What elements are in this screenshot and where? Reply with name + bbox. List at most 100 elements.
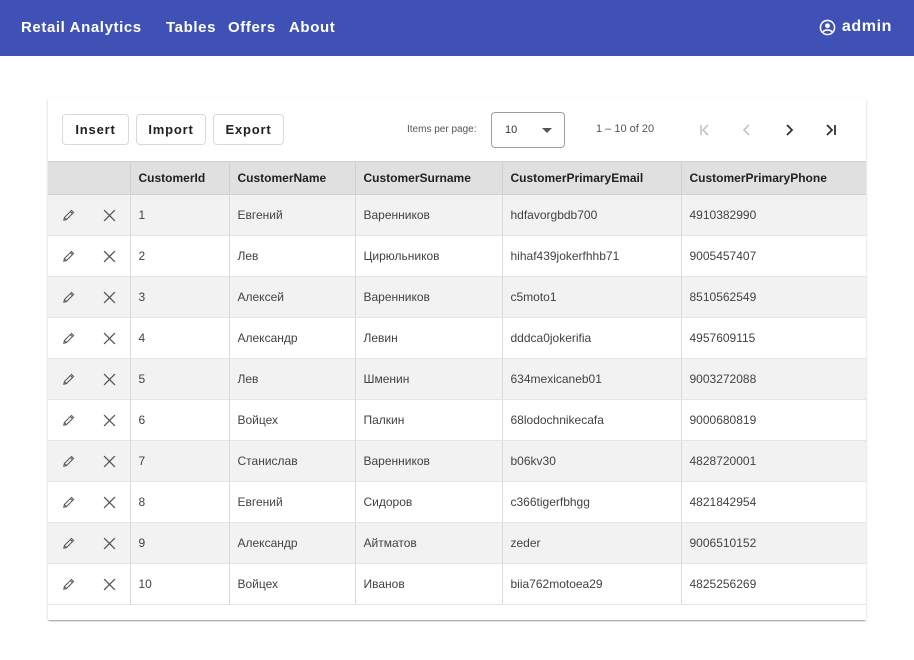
- cell-customer-id: 1: [130, 194, 230, 236]
- cell-customer-surname: Цирюльников: [355, 235, 503, 277]
- edit-pencil-icon: [63, 578, 75, 590]
- cell-customer-email: zeder: [502, 522, 682, 564]
- cell-customer-surname: Варенников: [355, 276, 503, 318]
- delete-x-icon: [103, 414, 116, 427]
- edit-row-button[interactable]: [48, 276, 89, 318]
- cell-customer-name: Евгений: [229, 194, 356, 236]
- delete-x-icon: [103, 496, 116, 509]
- edit-row-button[interactable]: [48, 317, 89, 359]
- delete-row-button[interactable]: [89, 317, 131, 359]
- cell-customer-surname: Иванов: [355, 563, 503, 605]
- items-per-page-label: Items per page:: [407, 124, 477, 135]
- nav-about-link[interactable]: About: [289, 19, 335, 36]
- table-row[interactable]: 4 Александр Левин dddca0jokerifia 4957609115: [48, 317, 866, 359]
- edit-pencil-icon: [63, 373, 75, 385]
- next-page-button[interactable]: [777, 118, 801, 142]
- header-edit-column: [48, 161, 89, 195]
- edit-row-button[interactable]: [48, 358, 89, 400]
- user-name: admin: [841, 18, 892, 35]
- edit-row-button[interactable]: [48, 440, 89, 482]
- cell-customer-email: biia762motoea29: [502, 563, 682, 605]
- first-page-button[interactable]: [693, 118, 717, 142]
- cell-customer-phone: 8510562549: [681, 276, 866, 318]
- nav-offers-link[interactable]: Offers: [228, 19, 276, 36]
- table-row[interactable]: 3 Алексей Варенников c5moto1 8510562549: [48, 276, 866, 318]
- delete-row-button[interactable]: [89, 235, 131, 277]
- delete-row-button[interactable]: [89, 563, 131, 605]
- table-row[interactable]: 5 Лев Шменин 634mexicaneb01 9003272088: [48, 358, 866, 400]
- import-button[interactable]: Import: [136, 114, 206, 145]
- export-button[interactable]: Export: [213, 114, 284, 145]
- cell-customer-email: 68lodochnikecafa: [502, 399, 682, 441]
- column-header-customer-name[interactable]: CustomerName: [229, 161, 356, 195]
- delete-row-button[interactable]: [89, 440, 131, 482]
- nav-tables-link[interactable]: Tables: [166, 19, 216, 36]
- cell-customer-name: Станислав: [229, 440, 356, 482]
- table-row[interactable]: 8 Евгений Сидоров c366tigerfbhgg 4821842954: [48, 481, 866, 523]
- edit-row-button[interactable]: [48, 235, 89, 277]
- cell-customer-phone: 4825256269: [681, 563, 866, 605]
- table-row[interactable]: 7 Станислав Варенников b06kv30 4828720001: [48, 440, 866, 482]
- last-page-icon: [826, 124, 836, 136]
- delete-row-button[interactable]: [89, 481, 131, 523]
- cell-customer-surname: Левин: [355, 317, 503, 359]
- cell-customer-id: 4: [130, 317, 230, 359]
- delete-row-button[interactable]: [89, 276, 131, 318]
- cell-customer-surname: Варенников: [355, 194, 503, 236]
- cell-customer-surname: Палкин: [355, 399, 503, 441]
- first-page-icon: [700, 124, 709, 136]
- edit-row-button[interactable]: [48, 399, 89, 441]
- cell-customer-phone: 4828720001: [681, 440, 866, 482]
- cell-customer-id: 2: [130, 235, 230, 277]
- cell-customer-name: Лев: [229, 358, 356, 400]
- edit-row-button[interactable]: [48, 563, 89, 605]
- table-row[interactable]: 9 Александр Айтматов zeder 9006510152: [48, 522, 866, 564]
- cell-customer-name: Войцех: [229, 399, 356, 441]
- cell-customer-name: Александр: [229, 317, 356, 359]
- edit-pencil-icon: [63, 455, 75, 467]
- insert-button[interactable]: Insert: [62, 114, 129, 145]
- table-row[interactable]: 10 Войцех Иванов biia762motoea29 4825256269: [48, 563, 866, 605]
- edit-pencil-icon: [63, 332, 75, 344]
- table-row[interactable]: 2 Лев Цирюльников hihaf439jokerfhhb71 900545…: [48, 235, 866, 277]
- edit-row-button[interactable]: [48, 481, 89, 523]
- cell-customer-name: Лев: [229, 235, 356, 277]
- dropdown-arrow-icon: [542, 128, 552, 133]
- cell-customer-phone: 4957609115: [681, 317, 866, 359]
- items-per-page-value: 10: [505, 124, 518, 136]
- account-circle-icon: [819, 19, 836, 35]
- cell-customer-id: 5: [130, 358, 230, 400]
- customers-table: CustomerId CustomerName CustomerSurname …: [48, 161, 866, 605]
- edit-row-button[interactable]: [48, 522, 89, 564]
- column-header-customer-phone[interactable]: CustomerPrimaryPhone: [681, 161, 866, 195]
- column-header-customer-surname[interactable]: CustomerSurname: [355, 161, 503, 195]
- edit-pencil-icon: [63, 537, 75, 549]
- column-header-customer-email[interactable]: CustomerPrimaryEmail: [502, 161, 682, 195]
- cell-customer-email: 634mexicaneb01: [502, 358, 682, 400]
- app-brand[interactable]: Retail Analytics: [21, 19, 142, 36]
- delete-row-button[interactable]: [89, 194, 131, 236]
- items-per-page-select[interactable]: 10: [491, 112, 565, 148]
- delete-x-icon: [103, 209, 116, 222]
- next-page-icon: [786, 124, 794, 136]
- edit-row-button[interactable]: [48, 194, 89, 236]
- last-page-button[interactable]: [819, 118, 843, 142]
- table-header-row: CustomerId CustomerName CustomerSurname …: [48, 161, 866, 195]
- table-row[interactable]: 1 Евгений Варенников hdfavorgbdb700 49103829…: [48, 194, 866, 236]
- table-row[interactable]: 6 Войцех Палкин 68lodochnikecafa 9000680819: [48, 399, 866, 441]
- cell-customer-email: c5moto1: [502, 276, 682, 318]
- cell-customer-name: Евгений: [229, 481, 356, 523]
- delete-row-button[interactable]: [89, 358, 131, 400]
- edit-pencil-icon: [63, 414, 75, 426]
- delete-row-button[interactable]: [89, 522, 131, 564]
- delete-row-button[interactable]: [89, 399, 131, 441]
- delete-x-icon: [103, 537, 116, 550]
- user-menu-button[interactable]: admin: [819, 18, 892, 36]
- cell-customer-id: 7: [130, 440, 230, 482]
- cell-customer-id: 6: [130, 399, 230, 441]
- cell-customer-name: Александр: [229, 522, 356, 564]
- column-header-customer-id[interactable]: CustomerId: [130, 161, 230, 195]
- cell-customer-phone: 9000680819: [681, 399, 866, 441]
- previous-page-button[interactable]: [735, 118, 759, 142]
- delete-x-icon: [103, 455, 116, 468]
